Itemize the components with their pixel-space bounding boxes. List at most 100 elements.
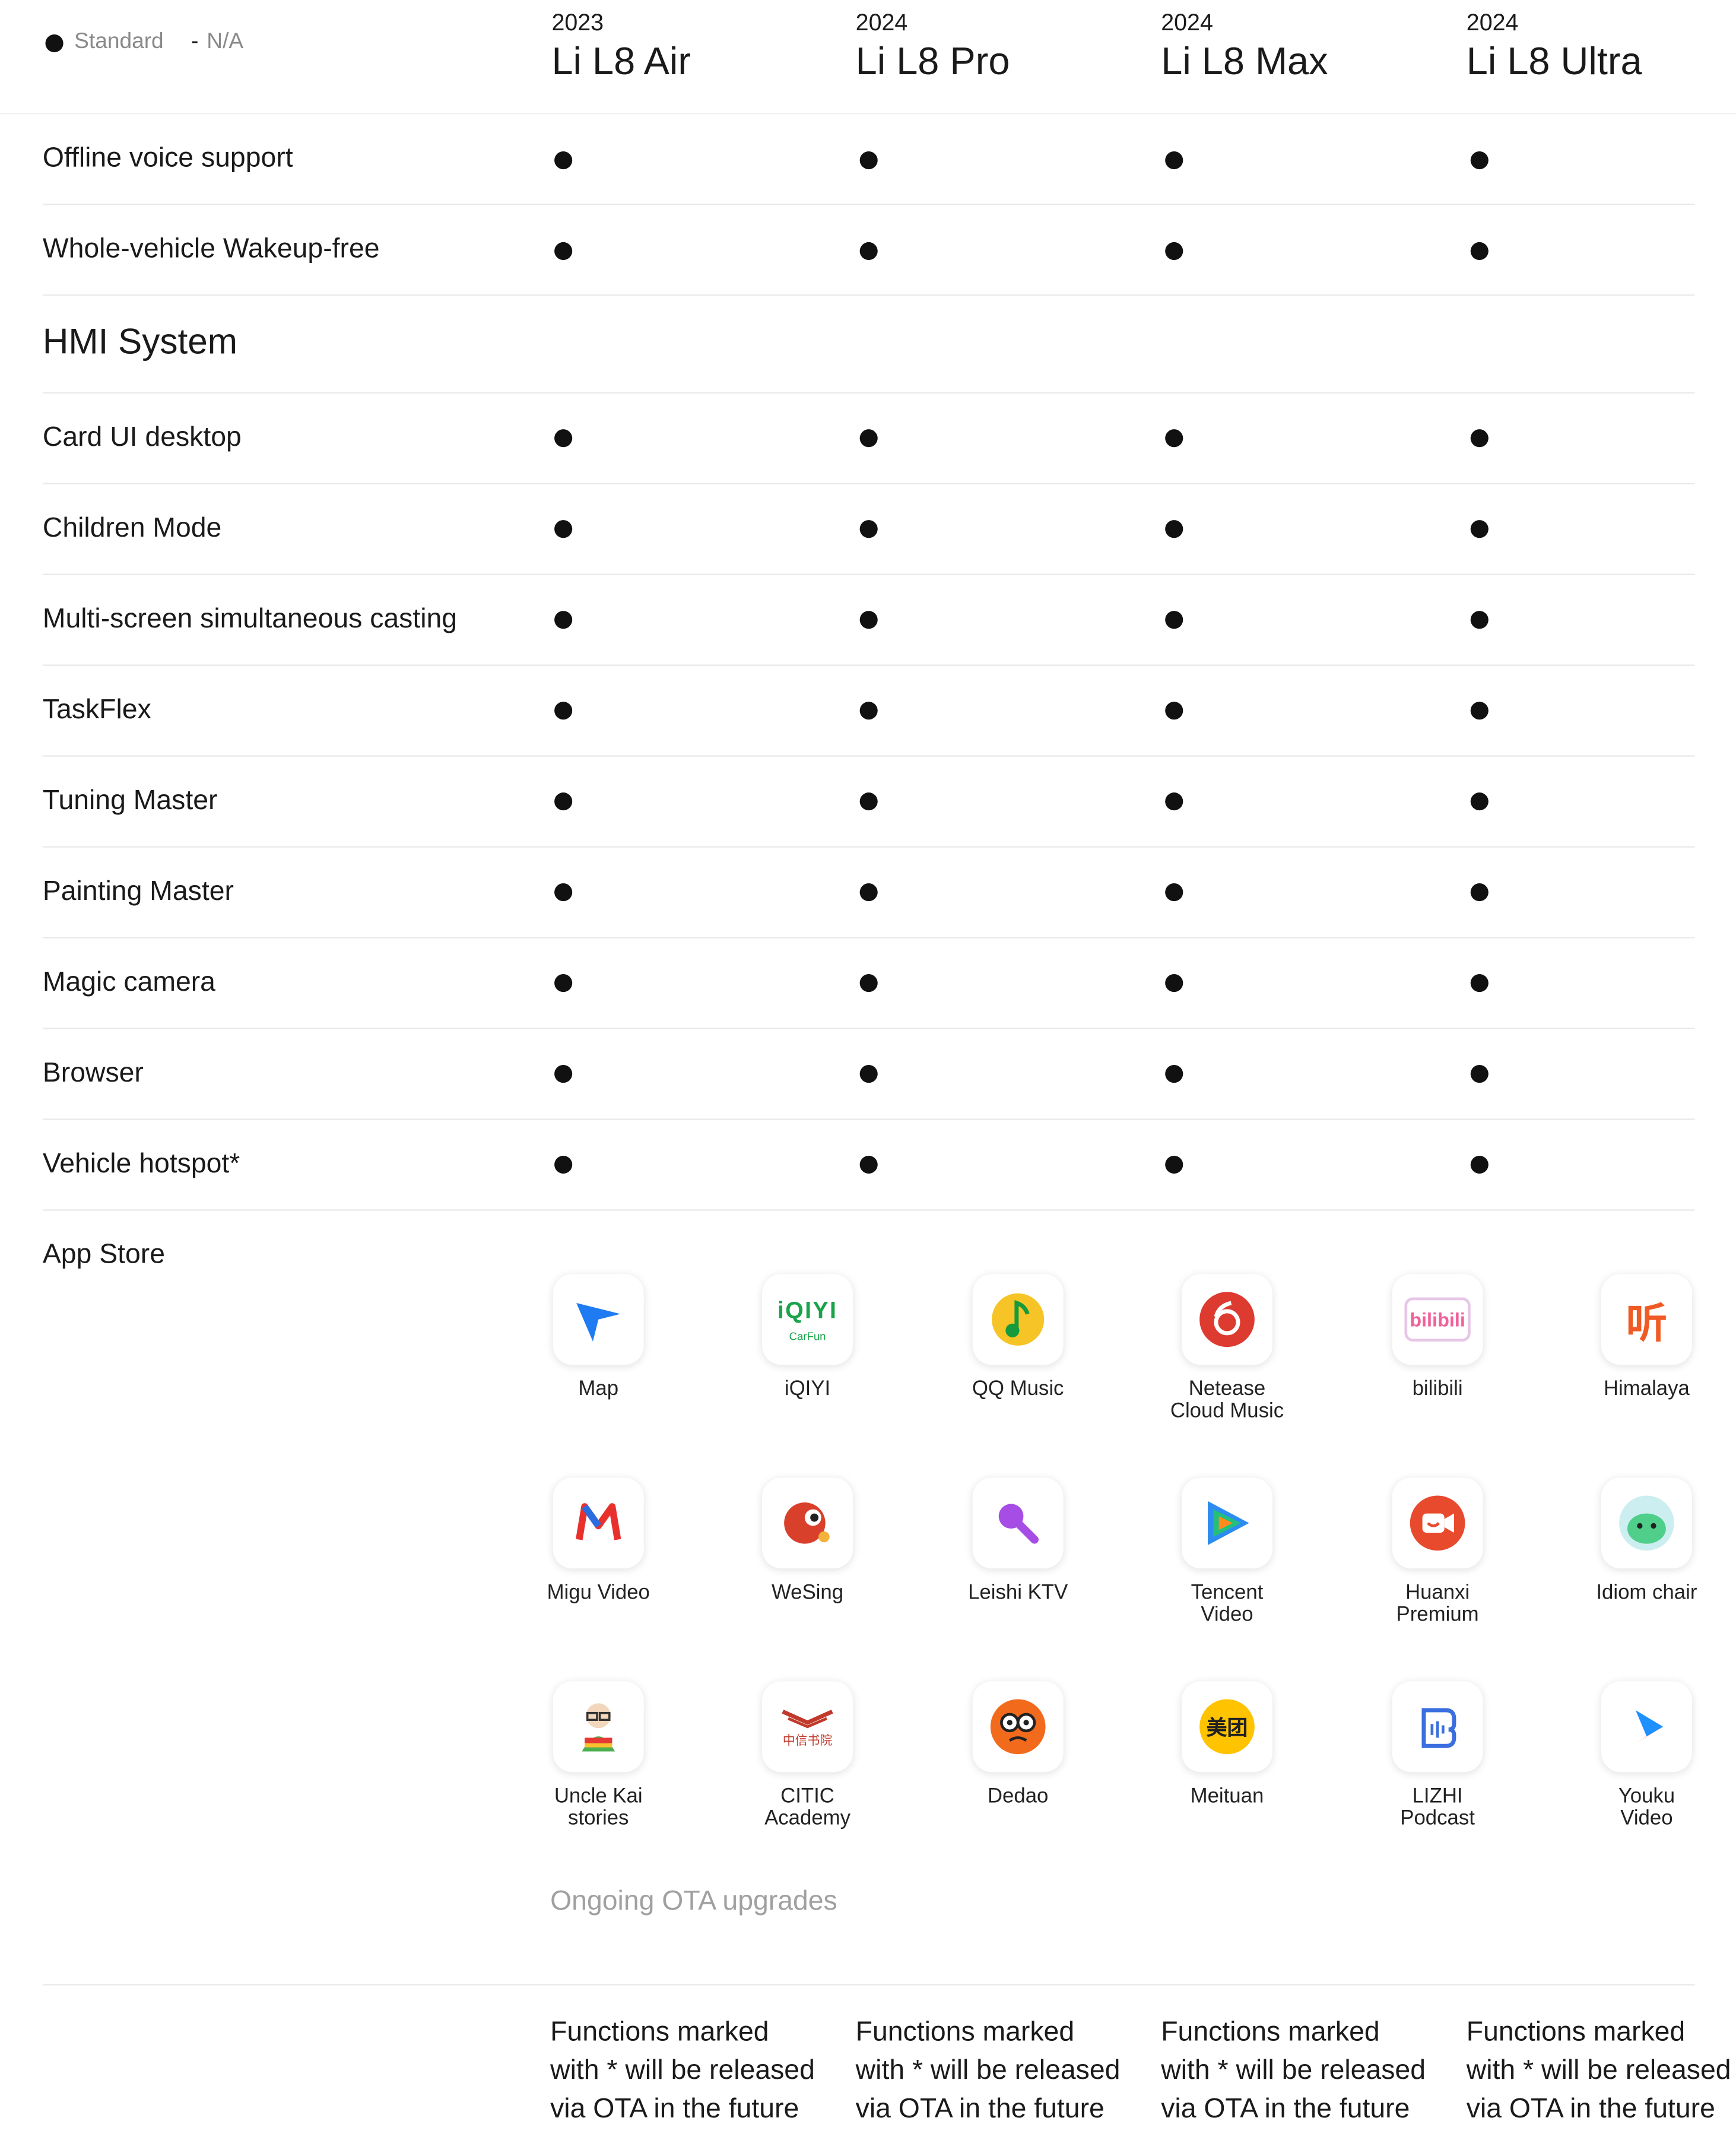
model-year: 2024 xyxy=(855,9,908,36)
model-year: 2023 xyxy=(551,9,604,36)
standard-dot-icon xyxy=(554,520,573,538)
app-tencent-video[interactable]: Tencent Video xyxy=(1117,1478,1337,1626)
feature-row: Card UI desktop xyxy=(42,394,1695,484)
app-migu-video[interactable]: Migu Video xyxy=(488,1478,709,1604)
model-header-max: 2024 Li L8 Max xyxy=(1161,8,1328,85)
standard-dot-icon xyxy=(1165,611,1183,629)
standard-dot-icon xyxy=(859,151,878,170)
lizhi-icon xyxy=(1392,1681,1483,1773)
app-label: Huanxi Premium xyxy=(1396,1581,1479,1626)
himalaya-logo-text: 听 xyxy=(1626,1301,1668,1348)
standard-dot-icon xyxy=(859,429,878,448)
standard-dot-icon xyxy=(1470,974,1489,993)
standard-dot-icon xyxy=(554,242,573,261)
standard-dot-icon xyxy=(554,702,573,720)
standard-dot-icon xyxy=(1165,1155,1183,1174)
feature-row: Children Mode xyxy=(42,484,1695,575)
bilibili-icon: bilibili xyxy=(1392,1274,1483,1365)
standard-dot-icon xyxy=(1165,702,1183,720)
standard-dot-icon xyxy=(554,883,573,902)
app-label: Dedao xyxy=(987,1784,1049,1808)
feature-label: Tuning Master xyxy=(42,785,218,816)
legend-na: N/A xyxy=(207,30,244,54)
standard-dot-icon xyxy=(1165,151,1183,170)
model-name: Li L8 Pro xyxy=(855,40,1010,83)
comparison-page: Standard - N/A 2023 Li L8 Air 2024 Li L8… xyxy=(0,0,1736,2156)
standard-dot-icon xyxy=(1470,702,1489,720)
netease-icon xyxy=(1181,1274,1272,1365)
standard-dot-icon xyxy=(859,1064,878,1083)
standard-dot-icon xyxy=(859,1155,878,1174)
standard-dot-icon xyxy=(1470,151,1489,170)
model-name: Li L8 Ultra xyxy=(1466,40,1642,83)
iqiyi-logo-text: iQIYI xyxy=(777,1296,838,1323)
standard-dot-icon xyxy=(1470,1064,1489,1083)
app-leishi-ktv[interactable]: Leishi KTV xyxy=(908,1478,1128,1604)
standard-dot-icon xyxy=(554,611,573,629)
app-label: Uncle Kai stories xyxy=(554,1784,643,1830)
app-label: Youku Video xyxy=(1618,1784,1675,1830)
app-iqiyi[interactable]: iQIYI CarFun iQIYI xyxy=(697,1274,918,1400)
app-label: Tencent Video xyxy=(1191,1581,1264,1626)
iqiyi-icon: iQIYI CarFun xyxy=(762,1274,853,1365)
standard-dot-icon xyxy=(1165,792,1183,811)
standard-dot-icon xyxy=(1165,242,1183,261)
app-meituan[interactable]: 美团 Meituan xyxy=(1117,1681,1337,1808)
idiom-chair-icon xyxy=(1601,1478,1692,1569)
feature-label: Card UI desktop xyxy=(42,422,242,453)
app-idiom-chair[interactable]: Idiom chair xyxy=(1537,1478,1736,1604)
footer-divider xyxy=(42,1984,1695,1986)
feature-row: Vehicle hotspot* xyxy=(42,1120,1695,1211)
app-label: Himalaya xyxy=(1603,1377,1690,1401)
standard-dot-icon xyxy=(1165,974,1183,993)
standard-dot-icon xyxy=(859,883,878,902)
meituan-logo-text: 美团 xyxy=(1206,1716,1248,1740)
standard-dot-icon xyxy=(859,520,878,538)
app-wesing[interactable]: WeSing xyxy=(697,1478,918,1604)
footnote: Functions marked with * will be released… xyxy=(855,2017,1121,2125)
app-dedao[interactable]: Dedao xyxy=(908,1681,1128,1808)
standard-dot-icon xyxy=(1470,611,1489,629)
app-label: bilibili xyxy=(1412,1377,1463,1401)
app-label: Meituan xyxy=(1190,1784,1264,1808)
section-divider xyxy=(42,296,1695,394)
map-arrow-icon xyxy=(553,1274,644,1365)
feature-label: Whole-vehicle Wakeup-free xyxy=(42,234,380,265)
meituan-icon: 美团 xyxy=(1181,1681,1272,1773)
app-huanxi[interactable]: Huanxi Premium xyxy=(1328,1478,1548,1626)
citic-logo-text: 中信书院 xyxy=(782,1733,833,1747)
standard-dot-icon xyxy=(1165,1064,1183,1083)
app-netease[interactable]: Netease Cloud Music xyxy=(1117,1274,1337,1422)
standard-dot-icon xyxy=(1470,520,1489,538)
feature-label: Multi-screen simultaneous casting xyxy=(42,604,458,635)
model-name: Li L8 Air xyxy=(551,40,691,83)
app-himalaya[interactable]: 听 Himalaya xyxy=(1537,1274,1736,1400)
app-citic-academy[interactable]: 中信书院 CITIC Academy xyxy=(697,1681,918,1830)
app-qq-music[interactable]: QQ Music xyxy=(908,1274,1128,1400)
standard-dot-icon xyxy=(1470,1155,1489,1174)
app-label: Map xyxy=(578,1377,619,1401)
feature-row: Offline voice support xyxy=(42,114,1695,205)
standard-dot-icon xyxy=(1470,429,1489,448)
app-uncle-kai[interactable]: Uncle Kai stories xyxy=(488,1681,709,1830)
feature-label: Children Mode xyxy=(42,513,222,544)
standard-dot-icon xyxy=(1470,792,1489,811)
app-youku-video[interactable]: Youku Video xyxy=(1537,1681,1736,1830)
feature-label: Painting Master xyxy=(42,876,234,907)
standard-dot-icon xyxy=(1165,429,1183,448)
feature-row: Browser xyxy=(42,1029,1695,1120)
standard-dot-icon xyxy=(859,702,878,720)
model-header-pro: 2024 Li L8 Pro xyxy=(856,8,1010,85)
app-label: LIZHI Podcast xyxy=(1400,1784,1475,1830)
standard-dot-icon xyxy=(554,429,573,448)
footnote: Functions marked with * will be released… xyxy=(550,2017,815,2125)
standard-dot-icon xyxy=(1470,242,1489,261)
app-lizhi-podcast[interactable]: LIZHI Podcast xyxy=(1328,1681,1548,1830)
feature-row: Multi-screen simultaneous casting xyxy=(42,575,1695,666)
feature-label: Magic camera xyxy=(42,967,215,998)
app-bilibili[interactable]: bilibili bilibili xyxy=(1328,1274,1548,1400)
app-label: Leishi KTV xyxy=(968,1581,1068,1605)
app-map[interactable]: Map xyxy=(488,1274,709,1400)
app-label: CITIC Academy xyxy=(764,1784,851,1830)
standard-dot-icon xyxy=(859,242,878,261)
